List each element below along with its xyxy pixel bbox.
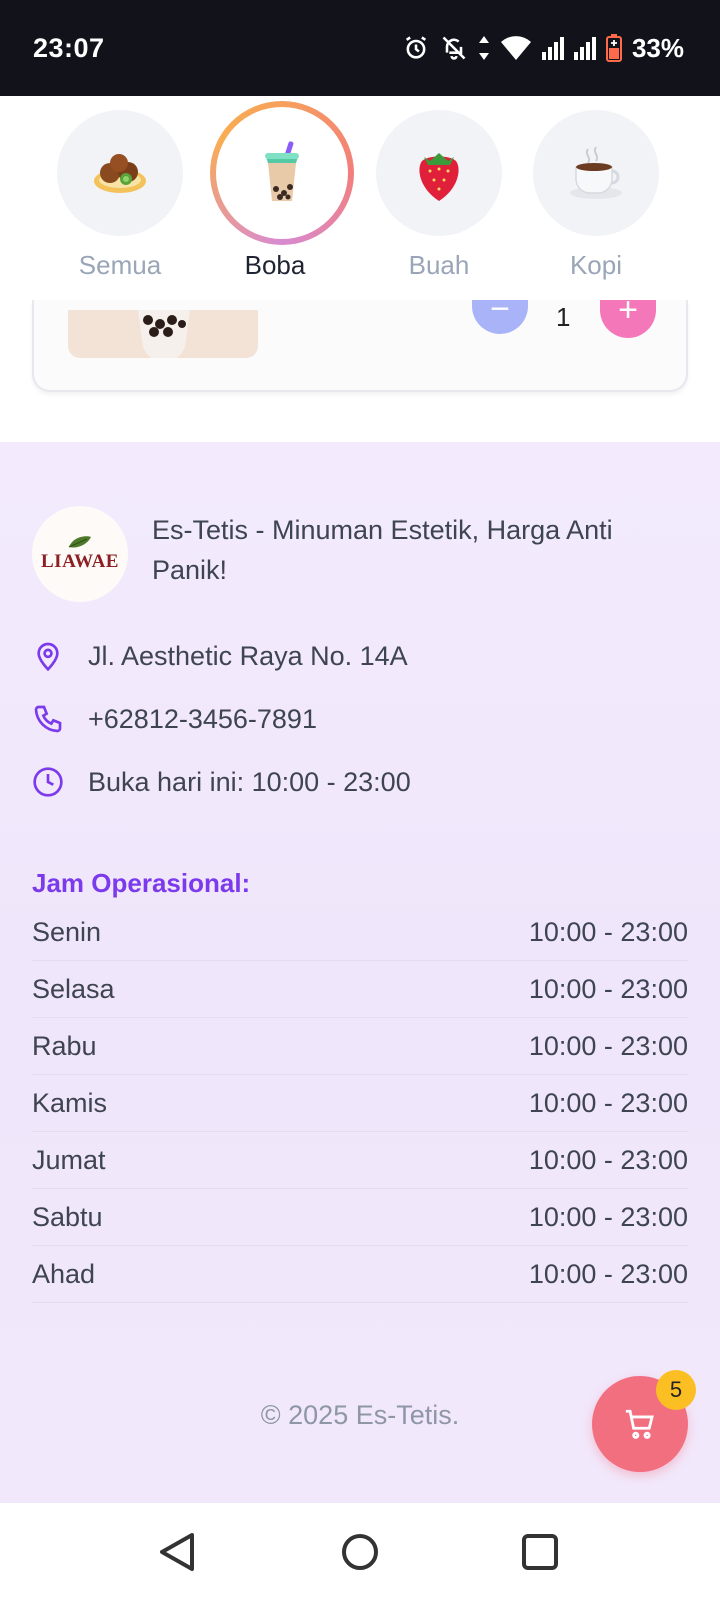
status-bar: 23:07 33% [0, 0, 720, 96]
battery-icon [605, 34, 622, 62]
hours-row: Selasa 10:00 - 23:00 [32, 961, 688, 1018]
hours-time: 10:00 - 23:00 [528, 916, 688, 947]
home-icon[interactable] [340, 1531, 380, 1573]
hours-time: 10:00 - 23:00 [528, 1258, 688, 1289]
falafel-icon [57, 110, 183, 236]
coffee-icon [533, 110, 659, 236]
category-label: Kopi [569, 250, 623, 280]
hours-day: Sabtu [32, 1201, 103, 1232]
signal-icon [541, 37, 564, 60]
category-label: Semua [78, 250, 162, 280]
status-time: 23:07 [33, 32, 105, 63]
alarm-icon [405, 36, 426, 59]
logo-text: LIAWAE [41, 550, 119, 572]
category-row: Semua Boba Buah Kopi [0, 96, 720, 310]
hours-day: Ahad [32, 1258, 96, 1289]
phone-icon [34, 705, 62, 733]
hours-row: Rabu 10:00 - 23:00 [32, 1018, 688, 1075]
category-semua[interactable]: Semua [55, 110, 185, 281]
product-card: − 1 + [32, 292, 688, 392]
hours-list: Senin 10:00 - 23:00 Selasa 10:00 - 23:00… [32, 904, 688, 1303]
today-hours-row: Buka hari ini: 10:00 - 23:00 [32, 766, 411, 798]
category-ring [210, 101, 354, 245]
hours-row: Ahad 10:00 - 23:00 [32, 1246, 688, 1303]
bubble-tea-icon [216, 107, 348, 239]
hours-time: 10:00 - 23:00 [528, 1087, 688, 1118]
recents-icon[interactable] [520, 1531, 560, 1573]
hours-title: Jam Operasional: [32, 868, 251, 898]
hours-time: 10:00 - 23:00 [528, 1144, 688, 1175]
store-info-section: LIAWAE Es-Tetis - Minuman Estetik, Harga… [0, 442, 720, 1503]
data-arrows-icon [478, 36, 489, 60]
quantity-value: 1 [556, 302, 571, 332]
hours-time: 10:00 - 23:00 [528, 1201, 688, 1232]
phone-text: +62812-3456-7891 [88, 703, 317, 734]
hours-time: 10:00 - 23:00 [528, 1030, 688, 1061]
category-label: Buah [408, 250, 470, 280]
hours-day: Senin [32, 916, 102, 947]
brand-logo: LIAWAE [32, 506, 128, 602]
address-text: Jl. Aesthetic Raya No. 14A [88, 640, 408, 671]
decrease-quantity-button[interactable]: − [472, 292, 528, 334]
strawberry-icon [376, 110, 502, 236]
status-icons: 33% [402, 33, 684, 64]
product-image [68, 310, 258, 358]
back-icon[interactable] [158, 1531, 198, 1573]
wifi-icon [500, 36, 531, 60]
category-kopi[interactable]: Kopi [531, 110, 661, 281]
signal-icon [573, 37, 596, 60]
hours-row: Jumat 10:00 - 23:00 [32, 1132, 688, 1189]
hours-row: Sabtu 10:00 - 23:00 [32, 1189, 688, 1246]
bell-off-icon [442, 36, 466, 60]
increase-quantity-button[interactable]: + [600, 293, 656, 338]
hours-time: 10:00 - 23:00 [528, 973, 688, 1004]
hours-day: Rabu [32, 1030, 97, 1061]
brand-tagline: Es-Tetis - Minuman Estetik, Harga Anti P… [152, 515, 613, 585]
today-hours-text: Buka hari ini: 10:00 - 23:00 [88, 766, 411, 797]
hours-day: Selasa [32, 973, 115, 1004]
hours-row: Kamis 10:00 - 23:00 [32, 1075, 688, 1132]
address-row[interactable]: Jl. Aesthetic Raya No. 14A [32, 640, 408, 672]
leaf-icon [68, 535, 91, 548]
navigation-bar [0, 1503, 720, 1600]
map-pin-icon [37, 642, 59, 672]
cart-count-badge: 5 [656, 1370, 696, 1410]
clock-icon [33, 767, 63, 797]
category-buah[interactable]: Buah [374, 110, 504, 281]
category-label: Boba [244, 250, 306, 280]
phone-row[interactable]: +62812-3456-7891 [32, 703, 317, 735]
category-boba[interactable]: Boba [210, 101, 354, 281]
hours-row: Senin 10:00 - 23:00 [32, 904, 688, 961]
hours-day: Jumat [32, 1144, 106, 1175]
battery-percent: 33% [631, 32, 684, 63]
shopping-cart-icon [625, 1409, 654, 1439]
hours-day: Kamis [32, 1087, 108, 1118]
